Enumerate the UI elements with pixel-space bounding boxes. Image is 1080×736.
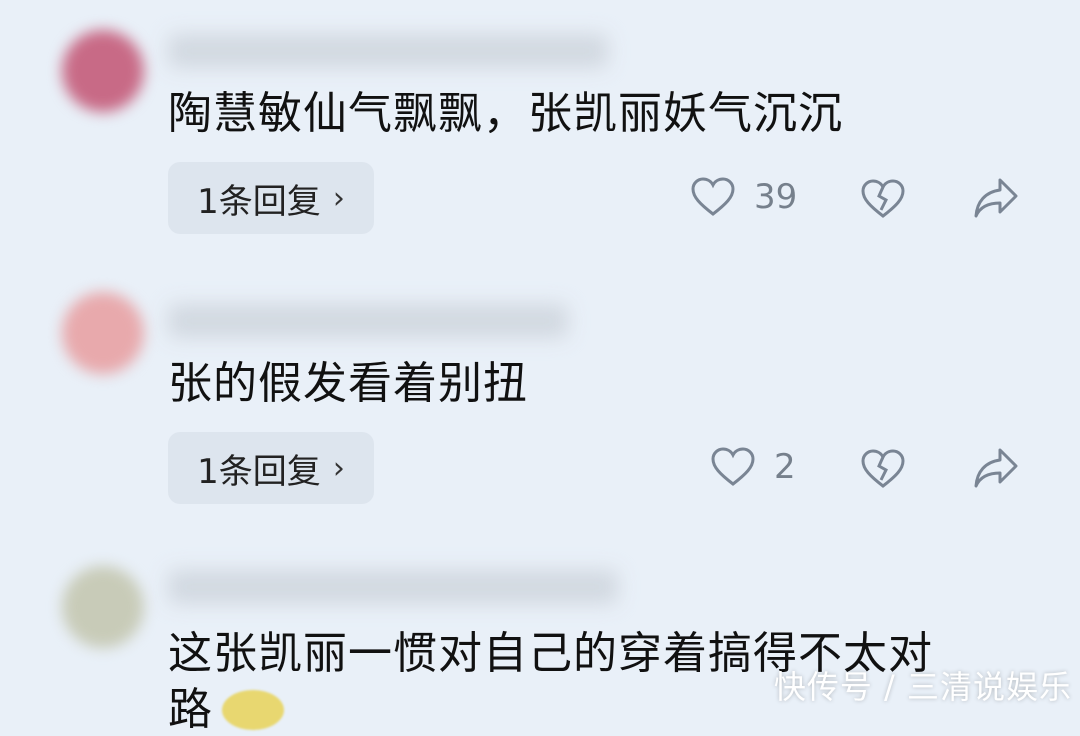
share-icon[interactable] (972, 176, 1020, 220)
username-blurred (168, 34, 608, 68)
like-button[interactable]: 39 (690, 176, 797, 218)
like-count: 39 (754, 177, 798, 217)
watermark: 快传号 / 三清说娱乐 (773, 668, 1072, 706)
emoji-icon (222, 690, 284, 730)
comment-text: 陶慧敏仙气飘飘，张凯丽妖气沉沉 (168, 88, 843, 139)
comment-text: 张的假发看着别扭 (168, 358, 528, 409)
avatar[interactable] (62, 292, 144, 374)
chevron-right-icon: › (332, 180, 345, 216)
view-replies-button[interactable]: 1条回复 › (168, 432, 374, 504)
share-icon[interactable] (972, 446, 1020, 490)
chevron-right-icon: › (332, 450, 345, 486)
comment-text-line2: 路 (168, 684, 213, 735)
reply-count-label: 1条回复 (197, 451, 321, 492)
view-replies-button[interactable]: 1条回复 › (168, 162, 374, 234)
like-count: 2 (774, 447, 796, 487)
like-button[interactable]: 2 (710, 446, 796, 488)
avatar[interactable] (62, 30, 144, 112)
avatar[interactable] (62, 566, 144, 648)
heart-icon (711, 447, 755, 486)
username-blurred (168, 570, 618, 604)
reply-count-label: 1条回复 (197, 181, 321, 222)
broken-heart-icon[interactable] (860, 178, 906, 220)
heart-icon (691, 177, 735, 216)
username-blurred (168, 304, 568, 338)
broken-heart-icon[interactable] (860, 448, 906, 490)
